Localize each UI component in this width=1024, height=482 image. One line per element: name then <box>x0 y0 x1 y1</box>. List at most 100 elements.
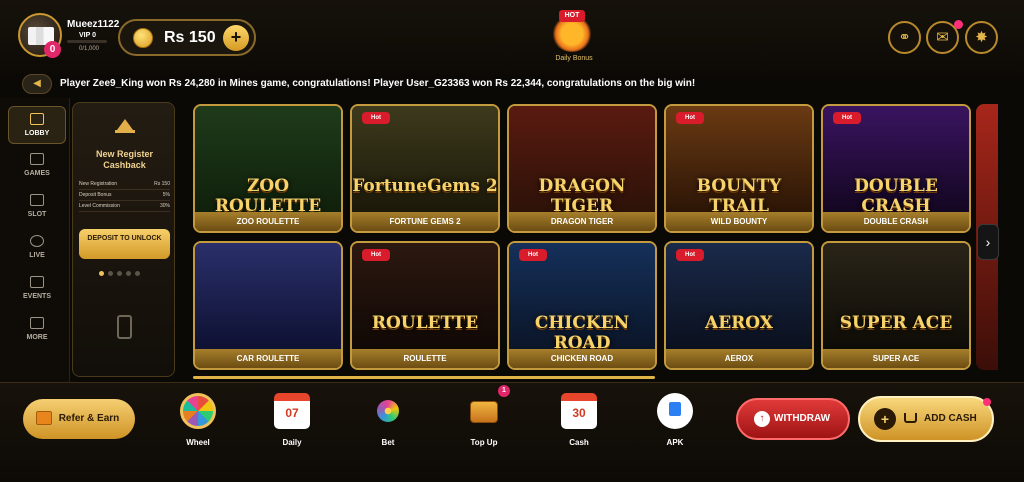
vip-progress-text: 0/1,000 <box>79 46 100 52</box>
games-icon <box>30 153 44 165</box>
game-art-title: SUPER ACE <box>839 313 953 333</box>
app: 0 Mueez1122 VIP 0 0/1,000 Rs 150 + HOT D… <box>0 0 1024 482</box>
carousel-dot[interactable] <box>108 271 113 276</box>
game-art-title: AEROX <box>705 313 773 333</box>
game-tile[interactable]: SUPER ACE SUPER ACE <box>821 241 971 370</box>
settings-icon: ✸ <box>975 29 988 46</box>
withdraw-button[interactable]: ↑ WITHDRAW <box>736 398 850 440</box>
shortcut-label: Bet <box>381 438 395 447</box>
game-art-title: CHICKEN ROAD <box>534 313 630 353</box>
top-up-badge: 1 <box>498 385 510 397</box>
carousel-dots <box>99 271 140 276</box>
sidebar-item-games[interactable]: GAMES <box>8 147 66 185</box>
chest-icon <box>470 401 498 423</box>
game-art-title: ZOO ROULETTE <box>214 176 322 216</box>
game-art-title: DOUBLE CRASH <box>854 176 938 216</box>
hot-badge: HOT <box>559 10 585 22</box>
live-icon <box>30 235 44 247</box>
bottom-bar: Refer & Earn Wheel 07 Daily Bet Top Up 3… <box>0 382 1024 482</box>
game-name: DRAGON TIGER <box>509 212 655 231</box>
sidebar-nav: LOBBY GAMES SLOT LIVE EVENTS MORE <box>0 98 70 382</box>
promo-row-label: Level Commission <box>79 203 120 209</box>
lobby-icon <box>30 113 44 125</box>
balance-amount: Rs 150 <box>164 29 216 46</box>
ticker-text: Player Zee9_King won Rs 24,280 in Mines … <box>60 78 696 89</box>
game-art <box>823 243 969 353</box>
next-page-button[interactable]: › <box>977 224 999 260</box>
mail-icon: ✉ <box>936 29 949 46</box>
support-button[interactable]: ⚭ <box>888 21 921 54</box>
carousel-dot[interactable] <box>117 271 122 276</box>
game-tile[interactable]: DOUBLE CRASH Hot DOUBLE CRASH <box>821 104 971 233</box>
promo-row: New Registration Rs 150 <box>79 179 170 190</box>
sidebar-item-label: EVENTS <box>22 293 51 300</box>
cart-icon <box>904 413 917 423</box>
sidebar-item-label: SLOT <box>27 211 47 218</box>
game-tile[interactable]: ROULETTE Hot ROULETTE <box>350 241 500 370</box>
game-tile[interactable]: ZOO ROULETTE ZOO ROULETTE <box>193 104 343 233</box>
crown-icon <box>115 119 135 133</box>
hot-badge: Hot <box>833 112 861 124</box>
game-tile[interactable]: CAR ROULETTE <box>193 241 343 370</box>
sidebar-item-live[interactable]: LIVE <box>8 229 66 267</box>
game-tile[interactable]: DRAGON TIGER DRAGON TIGER <box>507 104 657 233</box>
shortcut-cash[interactable]: 30 Cash <box>549 393 609 463</box>
headset-icon: ⚭ <box>898 29 911 46</box>
add-balance-button[interactable]: + <box>223 25 249 51</box>
sidebar-item-label: LOBBY <box>24 130 50 137</box>
promo-row-value: 5% <box>162 192 170 198</box>
slot-icon <box>30 194 44 206</box>
gift-icon <box>36 411 52 425</box>
sidebar-item-events[interactable]: EVENTS <box>8 270 66 308</box>
game-name: WILD BOUNTY <box>666 212 812 231</box>
username: Mueez1122 <box>67 19 120 30</box>
game-name: ROULETTE <box>352 349 498 368</box>
carousel-dot[interactable] <box>135 271 140 276</box>
add-cash-notification-dot <box>983 398 991 406</box>
game-art-title: FortuneGems 2 <box>352 176 498 196</box>
game-tile[interactable]: CHICKEN ROAD Hot CHICKEN ROAD <box>507 241 657 370</box>
add-cash-label: ADD CASH <box>924 413 977 424</box>
avatar-badge: 0 <box>44 41 61 58</box>
grid-scrollbar[interactable] <box>193 376 655 379</box>
arrow-up-icon: ↑ <box>754 411 770 427</box>
promo-title: New Register Cashback <box>95 149 154 170</box>
mail-notification-dot <box>954 20 963 29</box>
game-tile[interactable]: AEROX Hot AEROX <box>664 241 814 370</box>
calendar-icon: 30 <box>561 393 597 429</box>
sidebar-item-more[interactable]: MORE <box>8 311 66 349</box>
game-grid: ZOO ROULETTE ZOO ROULETTE FortuneGems 2 Hot… <box>193 104 973 374</box>
carousel-dot[interactable] <box>99 271 104 276</box>
shortcut-apk[interactable]: APK <box>645 393 705 463</box>
sidebar-item-slot[interactable]: SLOT <box>8 188 66 226</box>
refer-and-earn-button[interactable]: Refer & Earn <box>23 399 135 439</box>
game-name: DOUBLE CRASH <box>823 212 969 231</box>
carousel-dot[interactable] <box>126 271 131 276</box>
coin-icon <box>133 28 153 48</box>
shortcut-wheel[interactable]: Wheel <box>168 393 228 463</box>
sidebar-item-lobby[interactable]: LOBBY <box>8 106 66 144</box>
game-art-title: DRAGON TIGER <box>538 176 626 216</box>
game-name: FORTUNE GEMS 2 <box>352 212 498 231</box>
add-cash-button[interactable]: + ADD CASH <box>858 396 994 442</box>
chevron-right-icon: › <box>985 234 991 250</box>
shortcut-bet[interactable]: Bet <box>358 393 418 463</box>
refer-label: Refer & Earn <box>58 413 120 424</box>
shortcut-top-up[interactable]: Top Up <box>454 393 514 463</box>
shortcut-daily[interactable]: 07 Daily <box>262 393 322 463</box>
game-tile[interactable]: FortuneGems 2 Hot FORTUNE GEMS 2 <box>350 104 500 233</box>
phone-icon <box>117 315 132 339</box>
events-icon <box>30 276 44 288</box>
settings-button[interactable]: ✸ <box>965 21 998 54</box>
speaker-icon: ◀ <box>22 74 52 94</box>
daily-bonus-button[interactable]: HOT Daily Bonus <box>548 8 600 64</box>
cashback-promo-card: New Register Cashback New Registration Rs… <box>72 102 175 377</box>
sidebar-item-label: LIVE <box>29 252 45 259</box>
withdraw-label: WITHDRAW <box>774 413 831 424</box>
plus-icon: + <box>874 408 896 430</box>
promo-row-value: Rs 150 <box>154 181 170 187</box>
game-tile[interactable]: BOUNTY TRAIL Hot WILD BOUNTY <box>664 104 814 233</box>
hot-badge: Hot <box>519 249 547 261</box>
sidebar-item-label: MORE <box>26 334 48 341</box>
deposit-to-unlock-button[interactable]: DEPOSIT TO UNLOCK <box>79 229 170 259</box>
